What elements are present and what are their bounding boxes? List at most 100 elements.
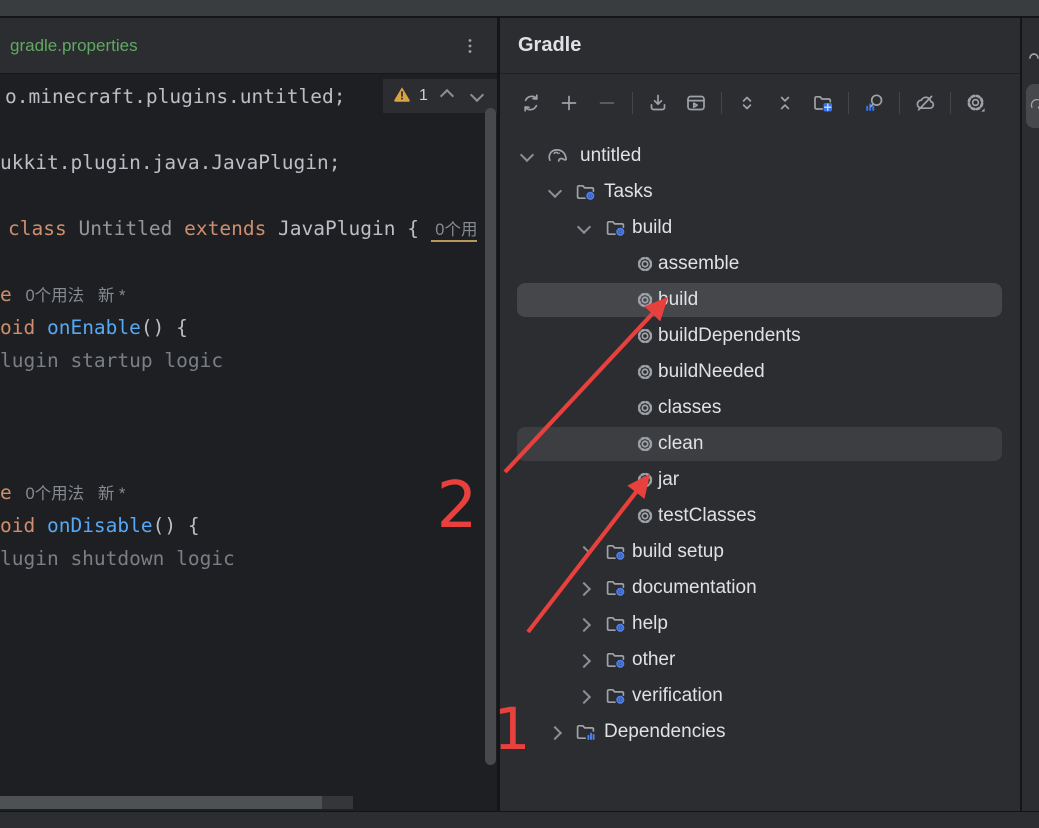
code-line[interactable]: oid onEnable() { [0,311,188,344]
chevron-down-icon[interactable] [520,148,534,162]
tasks-folder-icon [605,613,627,635]
code-line[interactable]: ukkit.plugin.java.JavaPlugin; [0,146,340,179]
tree-item-help[interactable]: help [500,606,1020,642]
vertical-scrollbar[interactable] [485,108,496,765]
tasks-folder-icon [605,649,627,676]
task-gear-icon [635,398,655,418]
code-segment: oid [0,316,47,339]
tree-item-verification[interactable]: verification [500,678,1020,714]
task-gear-icon [635,290,655,310]
download-sources-button[interactable] [643,88,673,118]
code-line[interactable]: oid onDisable() { [0,509,200,542]
code-line[interactable]: e 0个用法 新 * [0,476,125,509]
group-tasks-button[interactable] [808,88,838,118]
magnifier-chart-icon [863,92,885,114]
task-gear-icon [635,254,655,279]
dependencies-folder-icon [575,721,597,743]
tree-item-builddependents[interactable]: buildDependents [500,318,1020,354]
tree-item-build[interactable]: build [500,210,1020,246]
expand-all-button[interactable] [732,88,762,118]
tree-item-label: buildDependents [658,325,801,347]
code-line[interactable]: o.minecraft.plugins.untitled; [5,80,345,113]
code-segment: Untitled [78,217,172,240]
code-segment: onEnable [47,316,141,339]
tab-gradle-properties[interactable]: gradle.properties [10,36,138,56]
tree-item-clean[interactable]: clean [500,426,1020,462]
task-gear-icon [635,398,655,423]
code-line[interactable]: lugin shutdown logic [0,542,235,575]
task-gear-icon [635,434,655,459]
offline-mode-button[interactable] [910,88,940,118]
run-configuration-button[interactable] [681,88,711,118]
task-gear-icon [635,470,655,495]
tree-item-untitled[interactable]: untitled [500,138,1020,174]
code-segment: JavaPlugin { [266,217,430,240]
chevron-down-icon[interactable] [577,220,591,234]
analyze-dependencies-button[interactable] [859,88,889,118]
code-line[interactable]: e 0个用法 新 * [0,278,125,311]
code-segment: lugin shutdown logic [0,547,235,570]
add-button[interactable] [554,88,584,118]
remove-button[interactable] [592,88,622,118]
toolbar-separator [899,92,900,114]
window-title-bar [0,0,1039,16]
tasks-folder-icon [605,685,627,707]
tree-item-dependencies[interactable]: Dependencies [500,714,1020,750]
tree-item-assemble[interactable]: assemble [500,246,1020,282]
chevron-right-icon[interactable] [577,546,591,560]
code-line[interactable]: lugin startup logic [0,344,223,377]
tree-item-tasks[interactable]: Tasks [500,174,1020,210]
chevron-right-icon[interactable] [577,582,591,596]
status-bar [0,811,1039,828]
settings-button[interactable] [961,88,991,118]
notifications-icon[interactable] [1028,48,1039,66]
tree-item-label: Dependencies [604,721,725,743]
gradle-panel-header: Gradle [500,18,1020,74]
gradle-panel-title: Gradle [518,34,581,57]
code-segment: oid [0,514,47,537]
tree-item-label: verification [632,685,723,707]
cloud-off-icon [914,92,936,114]
sync-button[interactable] [516,88,546,118]
toolbar-separator [721,92,722,114]
code-segment: () { [153,514,200,537]
tree-item-other[interactable]: other [500,642,1020,678]
tree-item-testclasses[interactable]: testClasses [500,498,1020,534]
gradle-tool-window-button[interactable] [1026,84,1039,128]
tree-item-label: assemble [658,253,739,275]
tree-item-classes[interactable]: classes [500,390,1020,426]
tree-selection-highlight [517,427,1002,461]
gradle-elephant-icon [546,145,568,167]
chevron-right-icon[interactable] [548,726,562,740]
tree-selection-highlight [517,283,1002,317]
collapse-all-button[interactable] [770,88,800,118]
code-editor[interactable]: gradle.properties o.minecraft.plugins.un… [0,18,497,811]
tree-item-jar[interactable]: jar [500,462,1020,498]
tree-item-buildneeded[interactable]: buildNeeded [500,354,1020,390]
tree-item-build[interactable]: build [500,282,1020,318]
tasks-folder-icon [605,577,627,604]
code-line[interactable]: class Untitled extends JavaPlugin { 0个用 [8,212,477,245]
task-gear-icon [635,434,655,454]
chevron-right-icon[interactable] [577,654,591,668]
tree-item-build-setup[interactable]: build setup [500,534,1020,570]
gear-dropdown-icon [965,92,987,114]
kebab-menu-icon[interactable] [459,35,481,62]
horizontal-scrollbar[interactable] [0,796,322,809]
tasks-folder-icon [605,577,627,599]
chevron-down-icon[interactable] [548,184,562,198]
previous-warning-icon[interactable] [440,89,454,103]
next-warning-icon[interactable] [470,87,484,101]
warning-count[interactable]: 1 [419,87,428,105]
minus-icon [596,92,618,114]
tool-window-stripe [1021,18,1039,811]
inspection-widget[interactable]: 1 [383,79,497,113]
code-segment: () { [141,316,188,339]
chevron-right-icon[interactable] [577,618,591,632]
plus-icon [558,92,580,114]
warning-icon [393,85,411,108]
kebab-icon [459,35,481,57]
tree-item-documentation[interactable]: documentation [500,570,1020,606]
tree-item-label: build [632,217,672,239]
chevron-right-icon[interactable] [577,690,591,704]
